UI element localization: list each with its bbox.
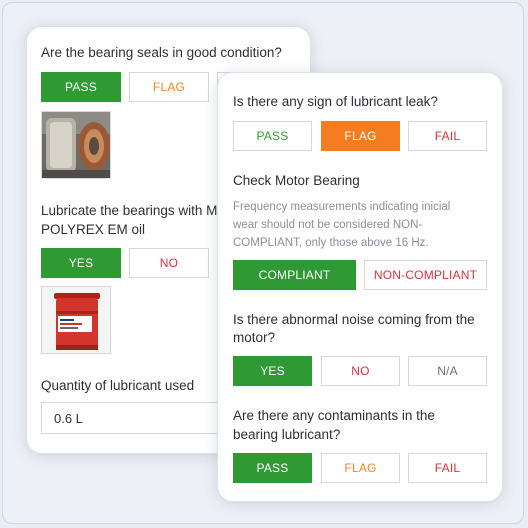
na-button[interactable]: N/A — [408, 356, 487, 386]
grease-bucket-image — [42, 287, 110, 353]
pass-button[interactable]: PASS — [41, 72, 121, 102]
non-compliant-button[interactable]: NON-COMPLIANT — [364, 260, 487, 290]
flag-button[interactable]: FLAG — [321, 453, 400, 483]
question-quantity: Quantity of lubricant used — [41, 378, 195, 393]
pass-button[interactable]: PASS — [233, 453, 312, 483]
question-contaminants-line1: Are there any contaminants in the — [233, 408, 435, 423]
note-line-1: Frequency measurements indicating inicia… — [233, 201, 451, 213]
question-noise-line1: Is there abnormal noise coming from the — [233, 312, 475, 327]
grease-bucket-photo[interactable] — [41, 286, 111, 354]
note-line-2: wear should not be considered NON- — [233, 219, 423, 231]
yes-button[interactable]: YES — [41, 248, 121, 278]
inspection-card-front: Is there any sign of lubricant leak? PAS… — [217, 72, 503, 502]
question-lubricate-line2: POLYREX EM oil — [41, 222, 146, 237]
yes-button[interactable]: YES — [233, 356, 312, 386]
question-motor-bearing: Check Motor Bearing — [233, 173, 360, 188]
flag-button[interactable]: FLAG — [129, 72, 209, 102]
question-lubricate-line1: Lubricate the bearings with M — [41, 203, 218, 218]
bearing-photo[interactable] — [41, 111, 111, 179]
question-lubricant-leak: Is there any sign of lubricant leak? — [233, 94, 438, 109]
no-button[interactable]: NO — [321, 356, 400, 386]
fail-button[interactable]: FAIL — [408, 453, 487, 483]
question-contaminants-line2: bearing lubricant? — [233, 427, 341, 442]
note-line-3: COMPLIANT, only those above 16 Hz. — [233, 237, 429, 249]
question-noise-line2: motor? — [233, 330, 276, 345]
question-bearing-seals: Are the bearing seals in good condition? — [41, 45, 282, 60]
pass-button[interactable]: PASS — [233, 121, 312, 151]
no-button[interactable]: NO — [129, 248, 209, 278]
flag-button[interactable]: FLAG — [321, 121, 400, 151]
fail-button[interactable]: FAIL — [408, 121, 487, 151]
bearing-image — [42, 112, 110, 178]
compliant-button[interactable]: COMPLIANT — [233, 260, 356, 290]
